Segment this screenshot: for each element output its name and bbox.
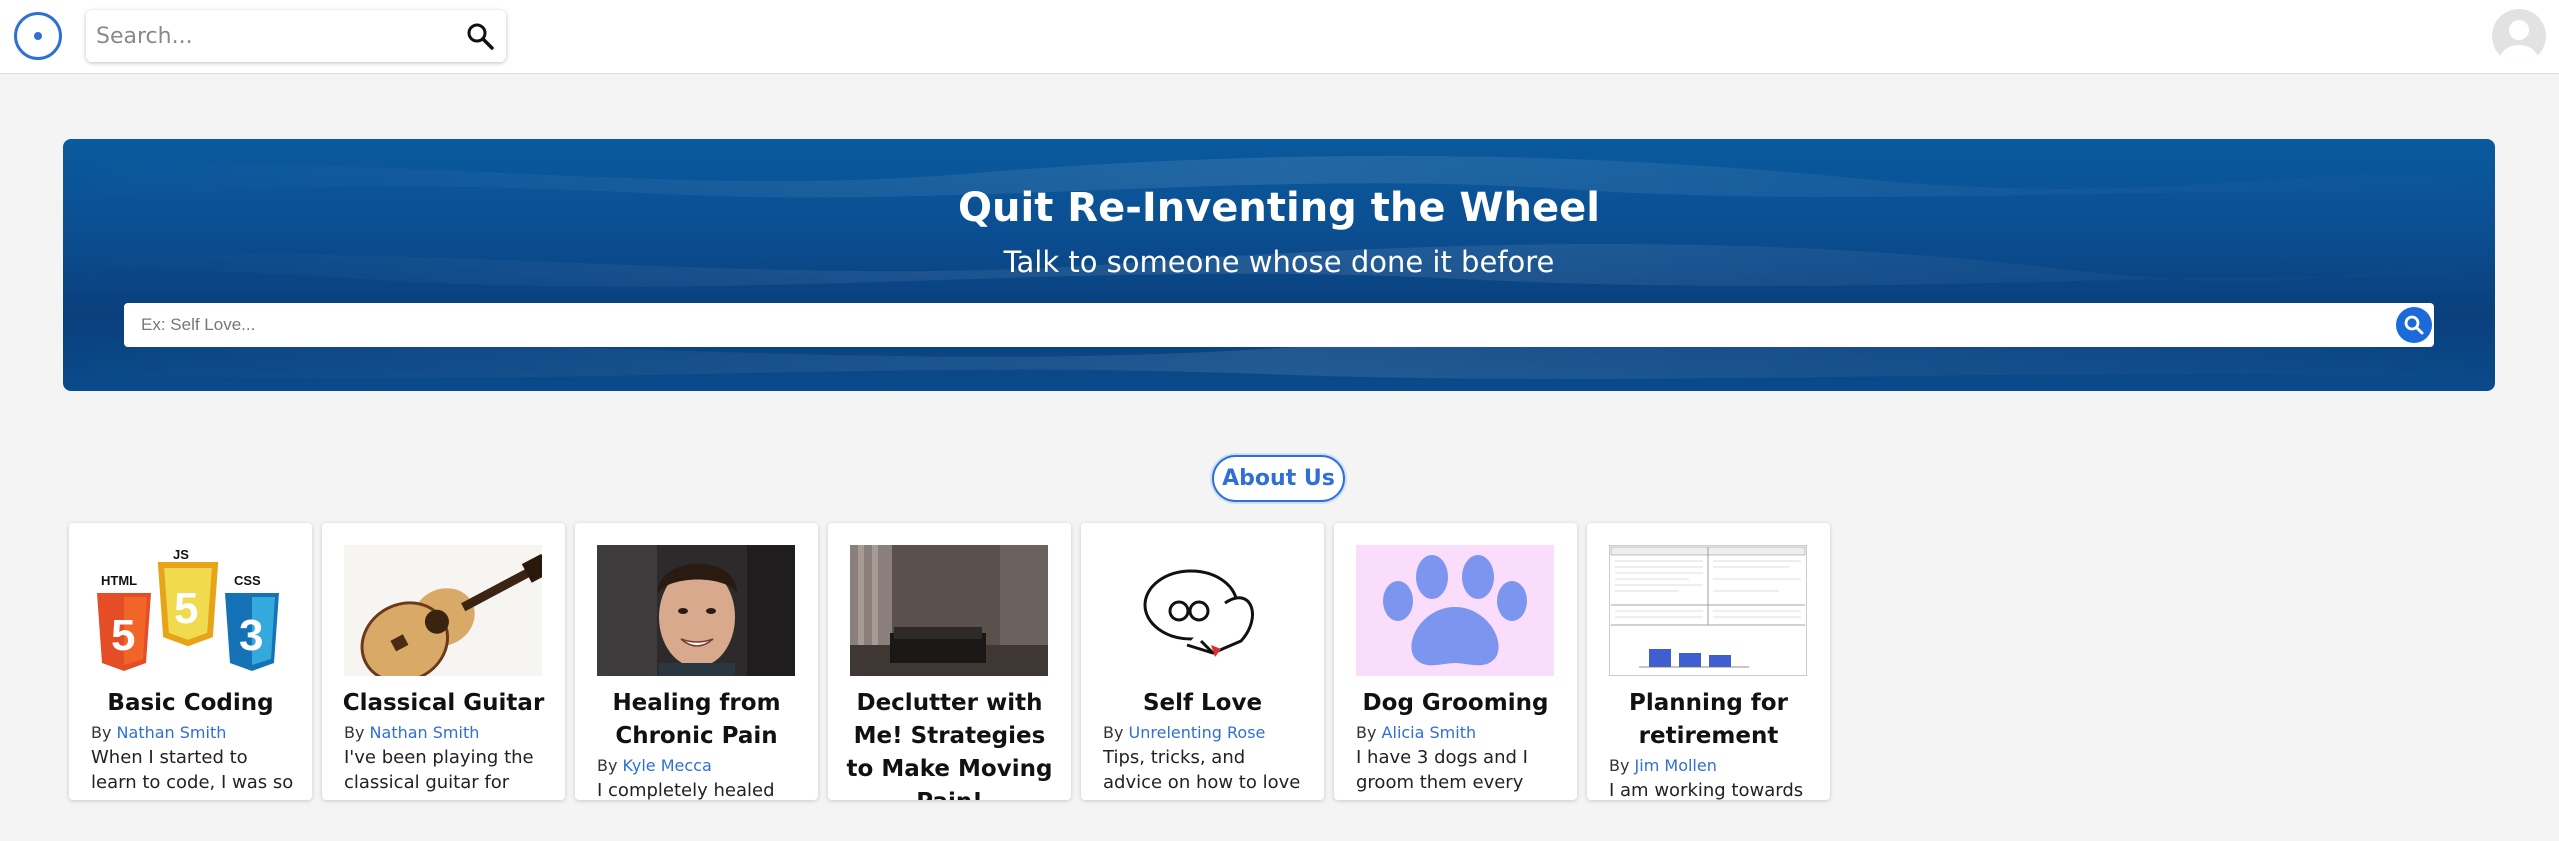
card-author: By Unrelenting Rose (1103, 723, 1266, 742)
card-title: Planning for retirement (1629, 690, 1788, 749)
card-title: Basic Coding (107, 690, 274, 716)
author-link[interactable]: Nathan Smith (117, 723, 227, 742)
card-image (597, 545, 795, 676)
card-image (850, 545, 1048, 676)
search-icon (2404, 315, 2424, 335)
smiling-man-photo (597, 545, 795, 676)
hero-banner: Quit Re-Inventing the Wheel Talk to some… (63, 139, 2495, 391)
svg-text:5: 5 (174, 584, 198, 633)
hero-search-input[interactable] (124, 303, 2364, 347)
about-us-button[interactable]: About Us (1212, 455, 1345, 502)
card-description: I've been playing the classical guitar f… (344, 747, 534, 793)
topic-card[interactable]: Healing from Chronic Pain By Kyle Mecca … (575, 523, 818, 800)
hero-subtitle: Talk to someone whose done it before (1003, 245, 1555, 279)
user-silhouette-icon (2500, 20, 2538, 63)
hero-search-bar (124, 303, 2434, 347)
card-author: By Kyle Mecca (597, 756, 712, 775)
author-link[interactable]: Kyle Mecca (623, 756, 712, 775)
hero-title: Quit Re-Inventing the Wheel (958, 185, 1600, 231)
card-author: By Nathan Smith (344, 723, 480, 742)
card-title: Self Love (1142, 690, 1263, 716)
topic-card[interactable]: HTML 5 JS 5 CSS 3 Basic Coding By Nathan… (69, 523, 312, 800)
top-navbar (0, 0, 2559, 74)
topic-card[interactable]: Planning for retirement By Jim Mollen I … (1587, 523, 1830, 800)
card-image (344, 545, 542, 676)
paw-print-icon (1356, 545, 1554, 676)
topic-card[interactable]: Self Love By Unrelenting Rose Tips, tric… (1081, 523, 1324, 800)
card-author: By Jim Mollen (1609, 756, 1717, 775)
author-link[interactable]: Nathan Smith (370, 723, 480, 742)
card-description: I completely healed (597, 780, 775, 800)
svg-text:CSS: CSS (234, 573, 261, 588)
html-js-css-logos-icon: HTML 5 JS 5 CSS 3 (97, 547, 279, 671)
card-image (1356, 545, 1554, 676)
user-avatar[interactable] (2492, 9, 2546, 63)
card-title: Healing from Chronic Pain (612, 690, 781, 749)
card-description: I am working towards (1609, 780, 1804, 800)
card-author: By Alicia Smith (1356, 723, 1477, 742)
search-input[interactable] (86, 10, 446, 62)
card-image (1609, 545, 1807, 676)
search-icon[interactable] (466, 22, 494, 50)
hero-search-button[interactable] (2396, 307, 2432, 343)
author-link[interactable]: Unrelenting Rose (1129, 723, 1266, 742)
card-title: Classical Guitar (342, 690, 545, 716)
svg-text:5: 5 (111, 611, 135, 660)
search-bar (86, 10, 506, 62)
author-link[interactable]: Alicia Smith (1382, 723, 1477, 742)
self-hug-cartoon (1103, 545, 1301, 676)
spreadsheet-document (1609, 545, 1807, 676)
topic-card[interactable]: Declutter with Me! Strategies to Make Mo… (828, 523, 1071, 800)
card-title: Dog Grooming (1362, 690, 1549, 716)
svg-text:JS: JS (173, 547, 189, 562)
bedroom-photo (850, 545, 1048, 676)
topic-card[interactable]: Dog Grooming By Alicia Smith I have 3 do… (1334, 523, 1577, 800)
logo-icon[interactable] (14, 12, 62, 60)
card-description: I have 3 dogs and I groom them every (1356, 747, 1528, 793)
guitar-photo (344, 545, 542, 676)
card-description: When I started to learn to code, I was s… (91, 747, 294, 793)
card-image: HTML 5 JS 5 CSS 3 (91, 545, 289, 676)
card-description: Tips, tricks, and advice on how to love (1103, 747, 1301, 793)
topic-card[interactable]: Classical Guitar By Nathan Smith I've be… (322, 523, 565, 800)
card-image (1103, 545, 1301, 676)
svg-text:3: 3 (239, 611, 263, 660)
card-title: Declutter with Me! Strategies to Make Mo… (846, 690, 1053, 800)
svg-text:HTML: HTML (101, 573, 137, 588)
author-link[interactable]: Jim Mollen (1635, 756, 1717, 775)
card-author: By Nathan Smith (91, 723, 227, 742)
